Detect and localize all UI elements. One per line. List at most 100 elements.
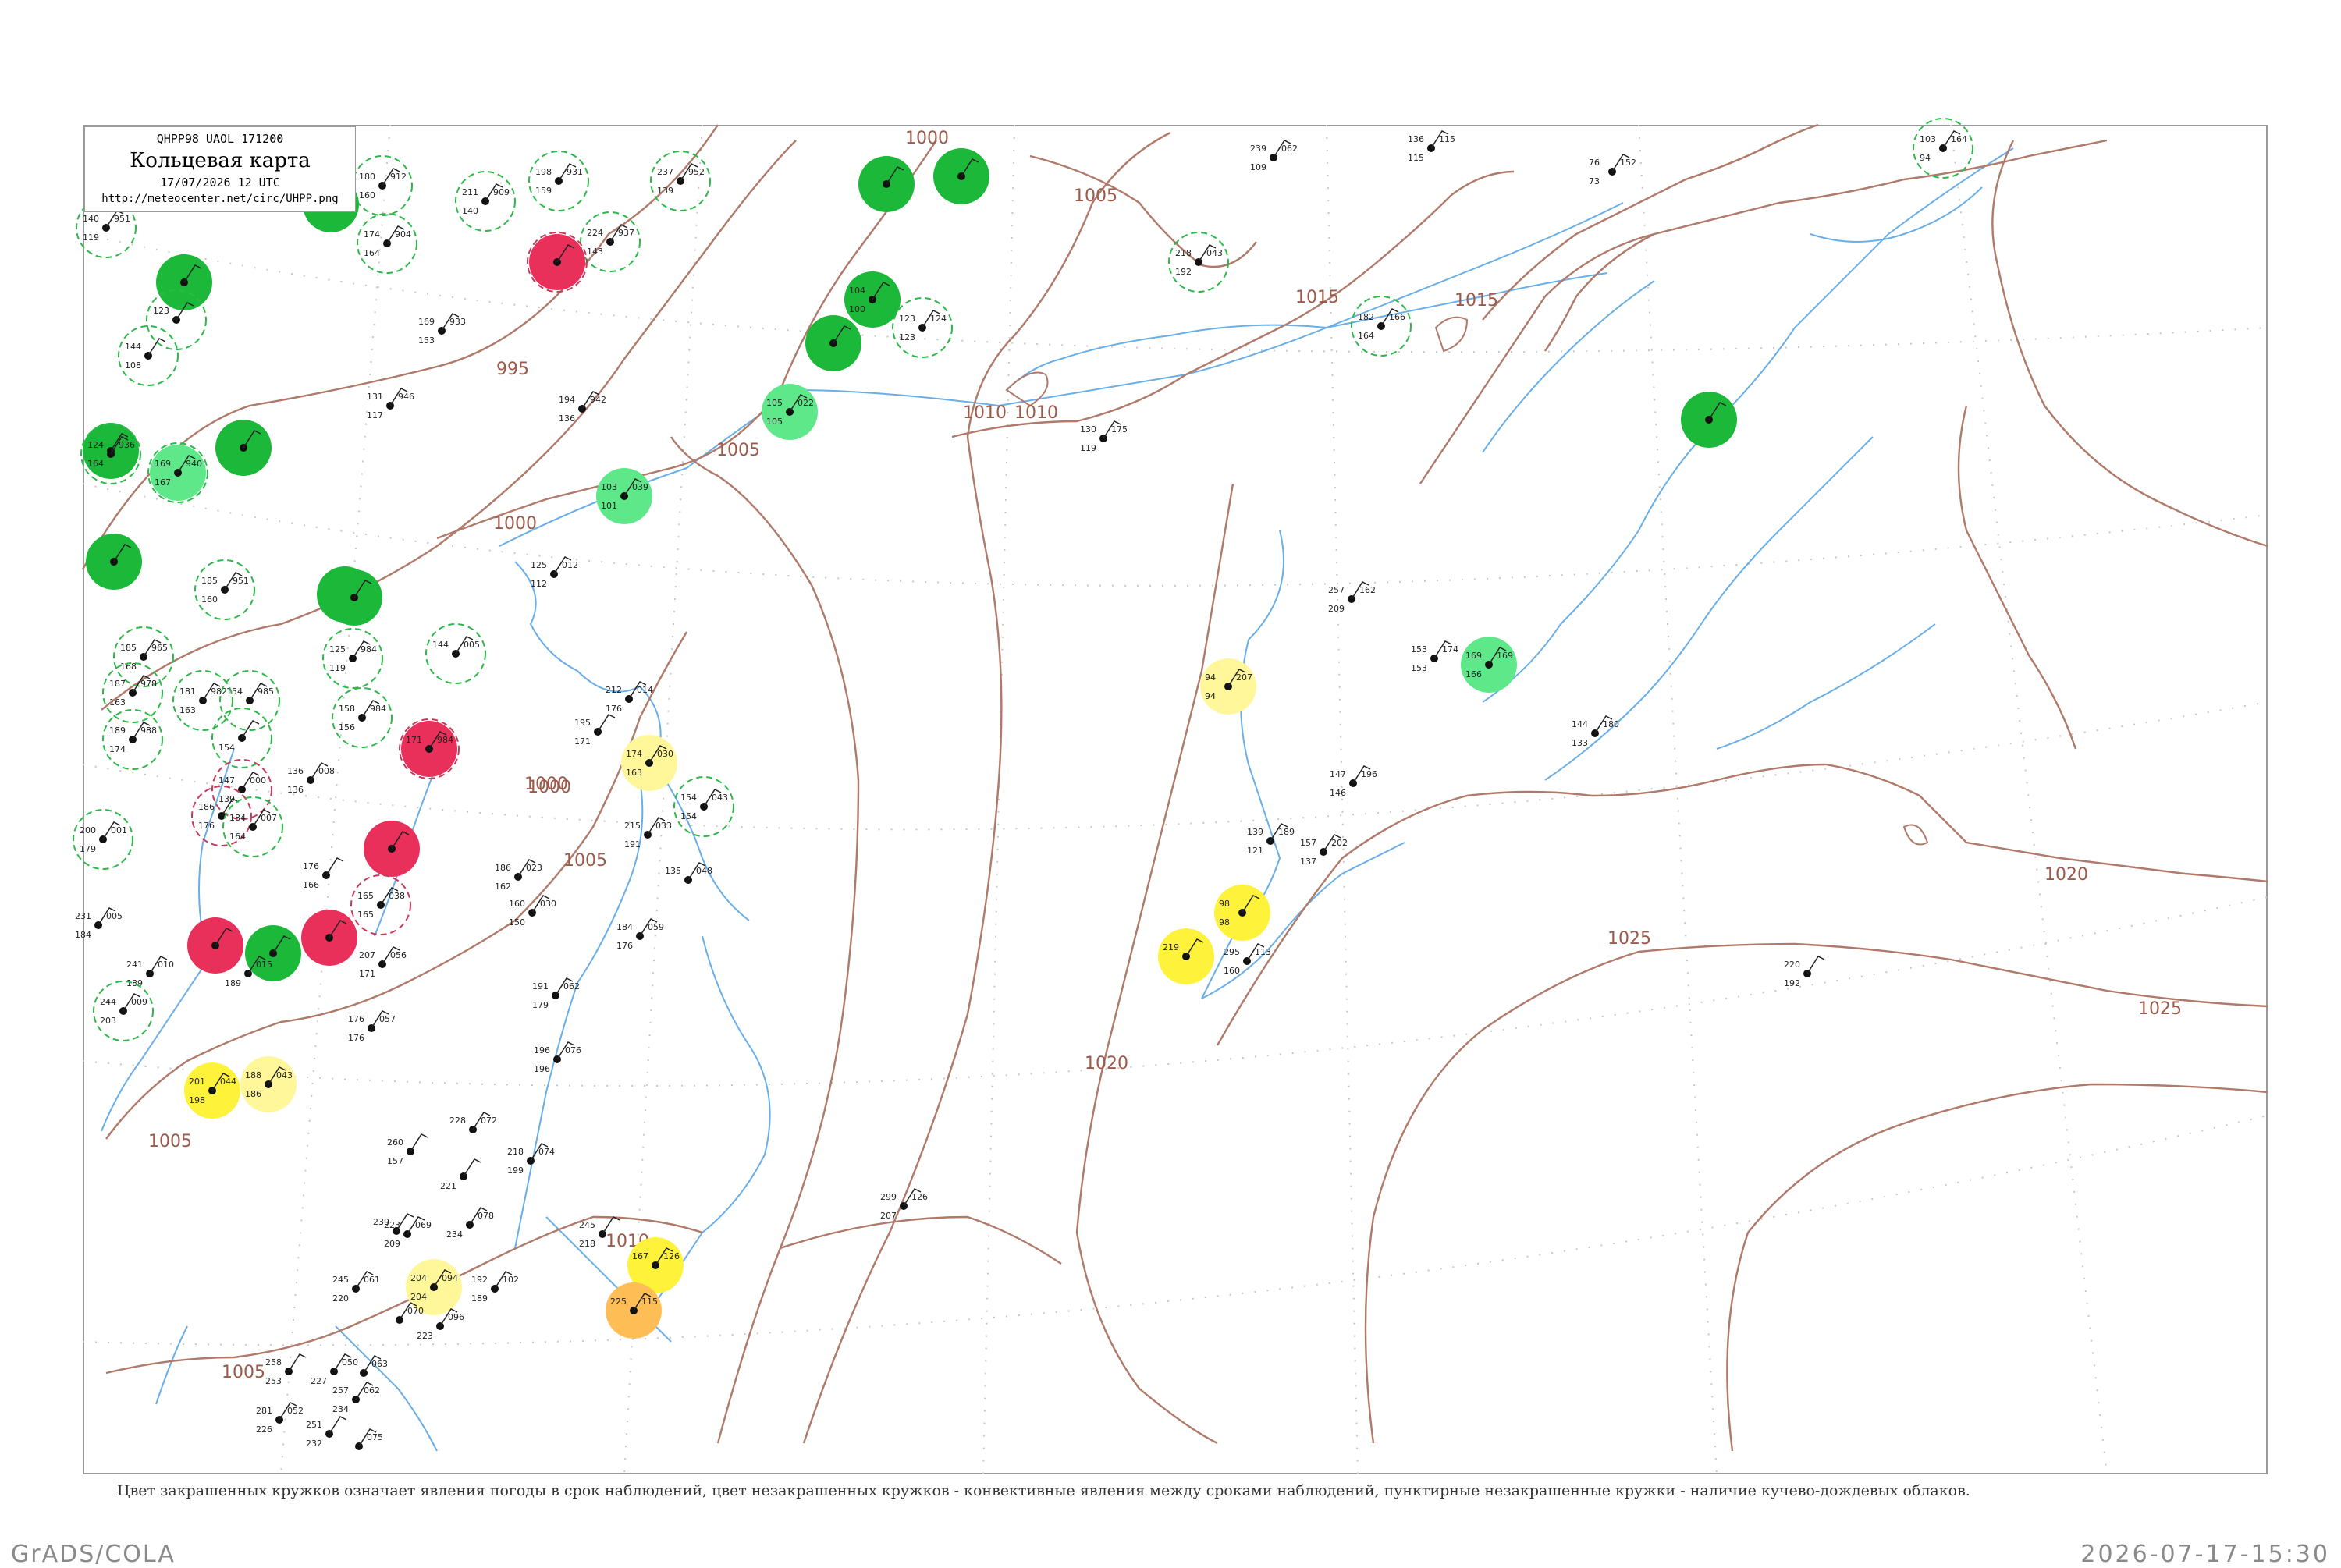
weather-station[interactable] [187, 917, 243, 974]
weather-station[interactable]: 050 227 [311, 1353, 358, 1386]
weather-station[interactable]: 153 174 153 [1411, 640, 1458, 673]
weather-station[interactable]: 241 010189 [126, 956, 174, 988]
weather-station[interactable]: 198 931 159 [528, 151, 589, 211]
weather-station[interactable]: 219 [1158, 928, 1214, 984]
weather-station[interactable]: 257 162 209 [1328, 581, 1376, 614]
weather-station[interactable]: 144 108 [118, 325, 179, 386]
weather-station[interactable]: 221 [440, 1158, 481, 1191]
weather-station[interactable]: 188 043 186 [240, 1056, 297, 1112]
weather-station[interactable] [326, 569, 382, 626]
weather-station[interactable]: 260 157 [387, 1133, 428, 1166]
weather-station[interactable]: 125 984 119 [322, 628, 383, 689]
weather-station[interactable]: 136 008 136 [287, 762, 335, 795]
weather-station[interactable]: 136 115 115 [1408, 130, 1455, 163]
weather-station[interactable]: 123 124 123 [892, 297, 953, 358]
station-temperature: 104 [849, 286, 865, 296]
weather-station[interactable]: 218 043 192 [1168, 232, 1229, 293]
weather-station[interactable]: 189 988 174 [102, 709, 163, 770]
weather-station[interactable] [301, 910, 357, 966]
map-url[interactable]: http://meteocenter.net/circ/UHPP.png [85, 193, 355, 205]
weather-station[interactable] [215, 420, 272, 476]
weather-station[interactable]: 184 059 176 [616, 918, 664, 951]
weather-station[interactable]: 244 009 203 [93, 981, 154, 1041]
weather-station[interactable]: 195 171 [574, 714, 616, 747]
weather-station[interactable]: 176 166 [303, 857, 344, 890]
weather-station[interactable]: 201 044 198 [184, 1062, 240, 1119]
weather-station[interactable]: 160 030 150 [509, 895, 556, 928]
weather-station[interactable] [805, 315, 861, 371]
synoptic-map[interactable]: 10001005995100010051010 10101015100010051… [0, 0, 2341, 1560]
weather-station[interactable]: 169 933 153 [418, 313, 466, 346]
weather-station[interactable]: 224 937 143 [580, 211, 641, 272]
weather-station[interactable]: 295 113 160 [1224, 943, 1271, 976]
weather-station[interactable]: 223 069209 [384, 1216, 432, 1249]
weather-station[interactable]: 125 012 112 [531, 556, 578, 589]
weather-station[interactable]: 191 062 179 [532, 977, 580, 1010]
weather-station[interactable] [527, 232, 588, 293]
weather-station[interactable]: 194 942 136 [559, 391, 606, 424]
weather-station[interactable]: 184 007 164 [222, 796, 283, 857]
weather-station[interactable]: 165 038 165 [350, 874, 411, 935]
weather-station[interactable]: 154 043 154 [673, 776, 734, 837]
weather-station[interactable] [364, 821, 420, 877]
weather-station[interactable]: 070 [396, 1302, 424, 1324]
weather-station[interactable]: 257 062 234 [332, 1382, 380, 1414]
weather-station[interactable]: 147 196 146 [1330, 765, 1377, 798]
weather-station[interactable]: 130 175 119 [1080, 420, 1128, 453]
weather-station[interactable]: 185 965168 [113, 626, 174, 687]
weather-station[interactable]: 174 904 164 [357, 213, 417, 274]
weather-station[interactable]: 228 072 [449, 1112, 497, 1133]
weather-station[interactable]: 105 022 105 [762, 384, 818, 440]
weather-station[interactable]: 200 001 179 [73, 809, 133, 870]
weather-station[interactable] [1681, 392, 1737, 448]
weather-station[interactable] [858, 156, 915, 212]
weather-station[interactable]: 103 039 101 [596, 468, 652, 524]
weather-station[interactable]: 171 984 [399, 718, 460, 779]
weather-station[interactable]: 215 033 191 [624, 817, 672, 850]
weather-station[interactable]: 212 014 176 [606, 681, 653, 714]
weather-station[interactable]: 180 912 160 [352, 155, 413, 216]
weather-station[interactable]: 94 207 94 [1200, 658, 1256, 715]
weather-station[interactable]: 075 [355, 1428, 383, 1450]
weather-station[interactable]: 186 023 162 [495, 859, 542, 892]
weather-station[interactable] [933, 148, 989, 204]
weather-station[interactable]: 154 [211, 708, 272, 768]
weather-station[interactable]: 131 946 117 [367, 388, 414, 420]
weather-station[interactable]: 078 234 [446, 1207, 494, 1240]
weather-station[interactable]: 187 978 163 [102, 662, 163, 723]
weather-station[interactable]: 158 984 156 [332, 687, 393, 748]
weather-station[interactable]: 220 192 [1784, 956, 1825, 988]
weather-station[interactable] [245, 925, 301, 981]
weather-station[interactable]: 103 164 94 [1913, 118, 1973, 179]
weather-station[interactable]: 104 100 [844, 271, 901, 328]
weather-station[interactable]: 135 048 [665, 862, 712, 884]
weather-station[interactable]: 144 180 133 [1572, 715, 1619, 748]
weather-station[interactable]: 237 952 139 [650, 151, 711, 211]
weather-station[interactable]: 76 152 73 [1589, 154, 1636, 186]
weather-station[interactable]: 211 909 140 [455, 171, 516, 232]
weather-station[interactable]: 174 030 163 [621, 735, 677, 791]
weather-station[interactable]: 169 169 166 [1461, 637, 1517, 693]
weather-station[interactable]: 251 232 [306, 1416, 347, 1449]
weather-station[interactable]: 98 98 [1214, 885, 1270, 941]
weather-station[interactable]: 169 940 167 [147, 442, 208, 503]
weather-station[interactable] [156, 254, 212, 310]
weather-station[interactable]: 225 115 [606, 1282, 662, 1339]
weather-station[interactable]: 144 005 [425, 623, 486, 684]
weather-station[interactable]: 299 126 207 [880, 1188, 928, 1221]
station-temperature: 124 [87, 440, 104, 450]
weather-station[interactable]: 192 102 189 [471, 1271, 519, 1304]
weather-station[interactable]: 154 985 [219, 670, 280, 731]
weather-station[interactable]: 245 061 220 [332, 1271, 380, 1304]
weather-station[interactable]: 157 202 137 [1300, 834, 1348, 867]
weather-station[interactable]: 207 056 171 [359, 946, 407, 979]
weather-station[interactable] [86, 534, 142, 590]
weather-station[interactable]: 239 062 109 [1250, 140, 1298, 172]
weather-station[interactable]: 231 005 184 [75, 907, 123, 940]
weather-station[interactable]: 139 189 121 [1247, 823, 1295, 856]
weather-station[interactable]: 258 253 [265, 1353, 307, 1386]
weather-station[interactable]: 181 982 163 [172, 670, 233, 731]
weather-station[interactable]: 281 052 226 [256, 1402, 304, 1435]
weather-station[interactable]: 185 951 160 [194, 559, 255, 620]
weather-station[interactable]: 176 057 176 [348, 1010, 396, 1043]
